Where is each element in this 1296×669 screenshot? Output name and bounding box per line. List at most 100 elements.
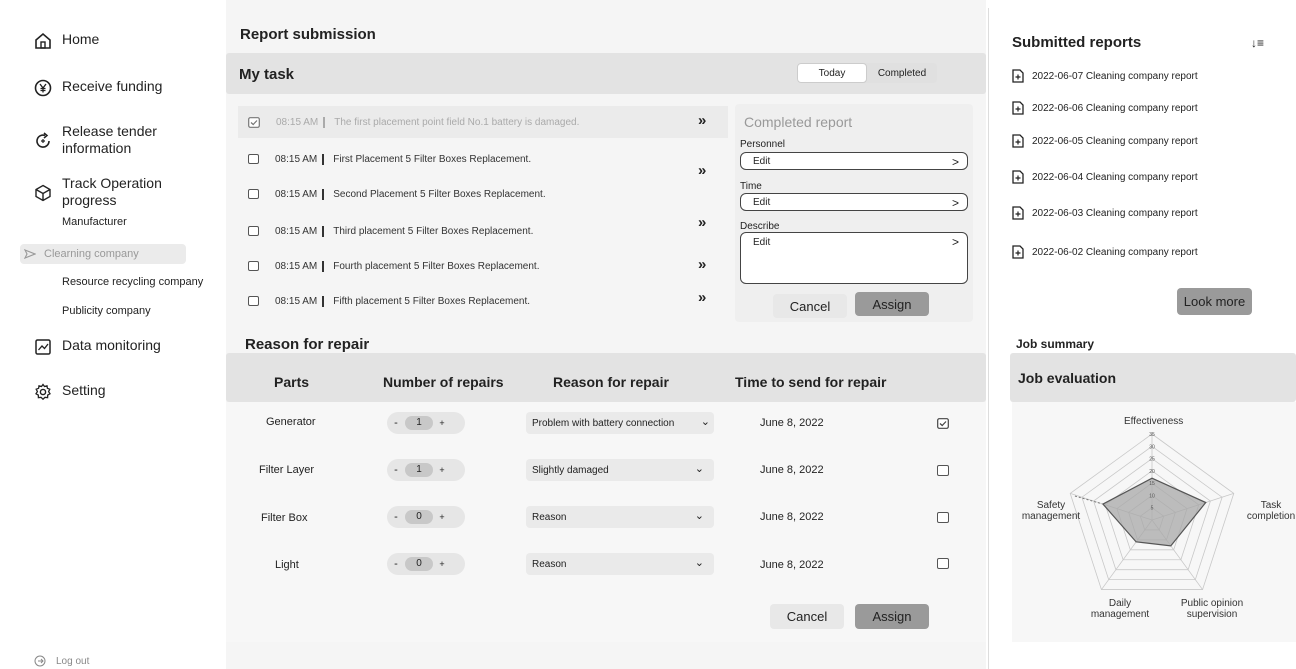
- increment-button[interactable]: +: [433, 512, 451, 522]
- send-arrow-icon: [24, 249, 36, 259]
- reason-value: Reason: [532, 558, 567, 570]
- document-add-icon: [1012, 134, 1024, 148]
- radar-tick-label: 35: [1149, 432, 1155, 438]
- edit-text: Edit: [753, 237, 771, 248]
- task-checkbox[interactable]: [248, 226, 259, 236]
- radar-axis-label: Daily management: [1090, 598, 1150, 620]
- task-checkbox[interactable]: [248, 296, 259, 306]
- assign-button[interactable]: Assign: [855, 604, 929, 629]
- nav-setting[interactable]: Setting: [34, 382, 106, 401]
- task-time: 08:15 AM: [275, 295, 325, 307]
- assign-button[interactable]: Assign: [855, 292, 929, 316]
- expand-arrow-button[interactable]: »: [698, 256, 706, 273]
- reason-select[interactable]: Reason ⌄: [526, 506, 714, 528]
- subnav-manufacturer[interactable]: Manufacturer: [62, 216, 127, 228]
- task-checkbox[interactable]: [248, 261, 259, 271]
- radar-tick-label: 5: [1151, 506, 1154, 512]
- reason-value: Problem with battery connection: [532, 417, 675, 429]
- quantity-value: 1: [405, 416, 433, 430]
- subnav-resource-recycling[interactable]: Resource recycling company: [62, 276, 203, 288]
- task-checkbox[interactable]: [248, 154, 259, 164]
- subnav-cleaning-company[interactable]: Clearning company: [20, 244, 186, 264]
- repair-date: June 8, 2022: [760, 559, 824, 571]
- quantity-stepper[interactable]: -1 +: [387, 412, 465, 434]
- logout-button[interactable]: Log out: [34, 655, 89, 667]
- expand-arrow-button[interactable]: »: [698, 214, 706, 231]
- task-time: 08:15 AM: [276, 116, 326, 128]
- task-time: 08:15 AM: [275, 188, 325, 200]
- task-row[interactable]: 08:15 AM Fourth placement 5 Filter Boxes…: [238, 250, 728, 282]
- cancel-button[interactable]: Cancel: [773, 294, 847, 318]
- repair-header: Parts Number of repairs Reason for repai…: [226, 353, 986, 402]
- document-add-icon: [1012, 101, 1024, 115]
- reason-select[interactable]: Reason ⌄: [526, 553, 714, 575]
- expand-arrow-button[interactable]: »: [698, 289, 706, 306]
- panel-divider: [988, 8, 989, 669]
- time-field[interactable]: Edit >: [740, 193, 968, 211]
- increment-button[interactable]: +: [433, 465, 451, 475]
- radar-chart-panel: 5 10 15 20 25 30 35 Effectiveness Task complet…: [1012, 402, 1296, 642]
- describe-label: Describe: [740, 221, 780, 232]
- nav-track-operation[interactable]: Track Operation progress: [34, 175, 174, 209]
- checkbox-checked-icon[interactable]: [937, 418, 949, 429]
- reason-select[interactable]: Problem with battery connection ⌄: [526, 412, 714, 434]
- describe-field[interactable]: Edit >: [740, 232, 968, 284]
- expand-arrow-button[interactable]: »: [698, 162, 706, 179]
- checkbox-checked-icon[interactable]: [248, 116, 260, 128]
- my-task-header: My task Today Completed: [226, 53, 986, 94]
- nav-home[interactable]: Home: [34, 31, 99, 50]
- decrement-button[interactable]: -: [387, 417, 405, 429]
- toggle-today[interactable]: Today: [797, 63, 867, 83]
- task-text: Fifth placement 5 Filter Boxes Replaceme…: [333, 295, 531, 307]
- increment-button[interactable]: +: [433, 559, 451, 569]
- cancel-button[interactable]: Cancel: [770, 604, 844, 629]
- nav-label: Setting: [62, 382, 106, 398]
- report-item[interactable]: 2022-06-04 Cleaning company report: [1012, 170, 1198, 184]
- quantity-value: 1: [405, 463, 433, 477]
- chevron-down-icon: ⌄: [694, 557, 704, 569]
- part-name: Filter Layer: [259, 464, 315, 476]
- row-checkbox[interactable]: [937, 512, 949, 523]
- repair-title: Reason for repair: [245, 336, 370, 353]
- document-add-icon: [1012, 206, 1024, 220]
- quantity-stepper[interactable]: -0 +: [387, 506, 465, 528]
- expand-arrow-button[interactable]: »: [698, 112, 706, 129]
- nav-receive-funding[interactable]: Receive funding: [34, 78, 162, 97]
- report-item[interactable]: 2022-06-02 Cleaning company report: [1012, 245, 1198, 259]
- decrement-button[interactable]: -: [387, 511, 405, 523]
- edit-text: Edit: [753, 155, 771, 167]
- edit-text: Edit: [753, 196, 771, 208]
- task-row[interactable]: 08:15 AM The first placement point field…: [238, 106, 728, 138]
- report-item[interactable]: 2022-06-06 Cleaning company report: [1012, 101, 1198, 115]
- report-label: 2022-06-07 Cleaning company report: [1032, 70, 1198, 82]
- yen-coin-icon: [34, 79, 52, 97]
- row-checkbox[interactable]: [937, 465, 949, 476]
- decrement-button[interactable]: -: [387, 558, 405, 570]
- task-row[interactable]: 08:15 AM First Placement 5 Filter Boxes …: [238, 143, 728, 175]
- report-item[interactable]: 2022-06-03 Cleaning company report: [1012, 206, 1198, 220]
- nav-release-tender[interactable]: Release tender information: [34, 123, 184, 157]
- task-row[interactable]: 08:15 AM Fifth placement 5 Filter Boxes …: [238, 285, 728, 317]
- radar-series-area: [1101, 477, 1207, 547]
- task-text: First Placement 5 Filter Boxes Replaceme…: [333, 153, 532, 165]
- radar-axis-label: Safety management: [1021, 500, 1081, 522]
- report-item[interactable]: 2022-06-07 Cleaning company report: [1012, 69, 1198, 83]
- quantity-stepper[interactable]: -0 +: [387, 553, 465, 575]
- decrement-button[interactable]: -: [387, 464, 405, 476]
- look-more-button[interactable]: Look more: [1177, 288, 1252, 315]
- increment-button[interactable]: +: [433, 418, 451, 428]
- reason-select[interactable]: Slightly damaged ⌄: [526, 459, 714, 481]
- subnav-publicity[interactable]: Publicity company: [62, 305, 151, 317]
- task-checkbox[interactable]: [248, 189, 259, 199]
- nav-label: Data monitoring: [62, 337, 161, 353]
- nav-data-monitoring[interactable]: Data monitoring: [34, 337, 161, 356]
- personnel-field[interactable]: Edit >: [740, 152, 968, 170]
- task-row[interactable]: 08:15 AM Second Placement 5 Filter Boxes…: [238, 178, 728, 210]
- quantity-stepper[interactable]: -1 +: [387, 459, 465, 481]
- task-row[interactable]: 08:15 AM Third placement 5 Filter Boxes …: [238, 215, 728, 247]
- report-item[interactable]: 2022-06-05 Cleaning company report: [1012, 134, 1198, 148]
- sort-icon[interactable]: ↓≡: [1251, 36, 1264, 50]
- toggle-completed[interactable]: Completed: [867, 63, 937, 83]
- row-checkbox[interactable]: [937, 558, 949, 569]
- cube-icon: [35, 184, 51, 202]
